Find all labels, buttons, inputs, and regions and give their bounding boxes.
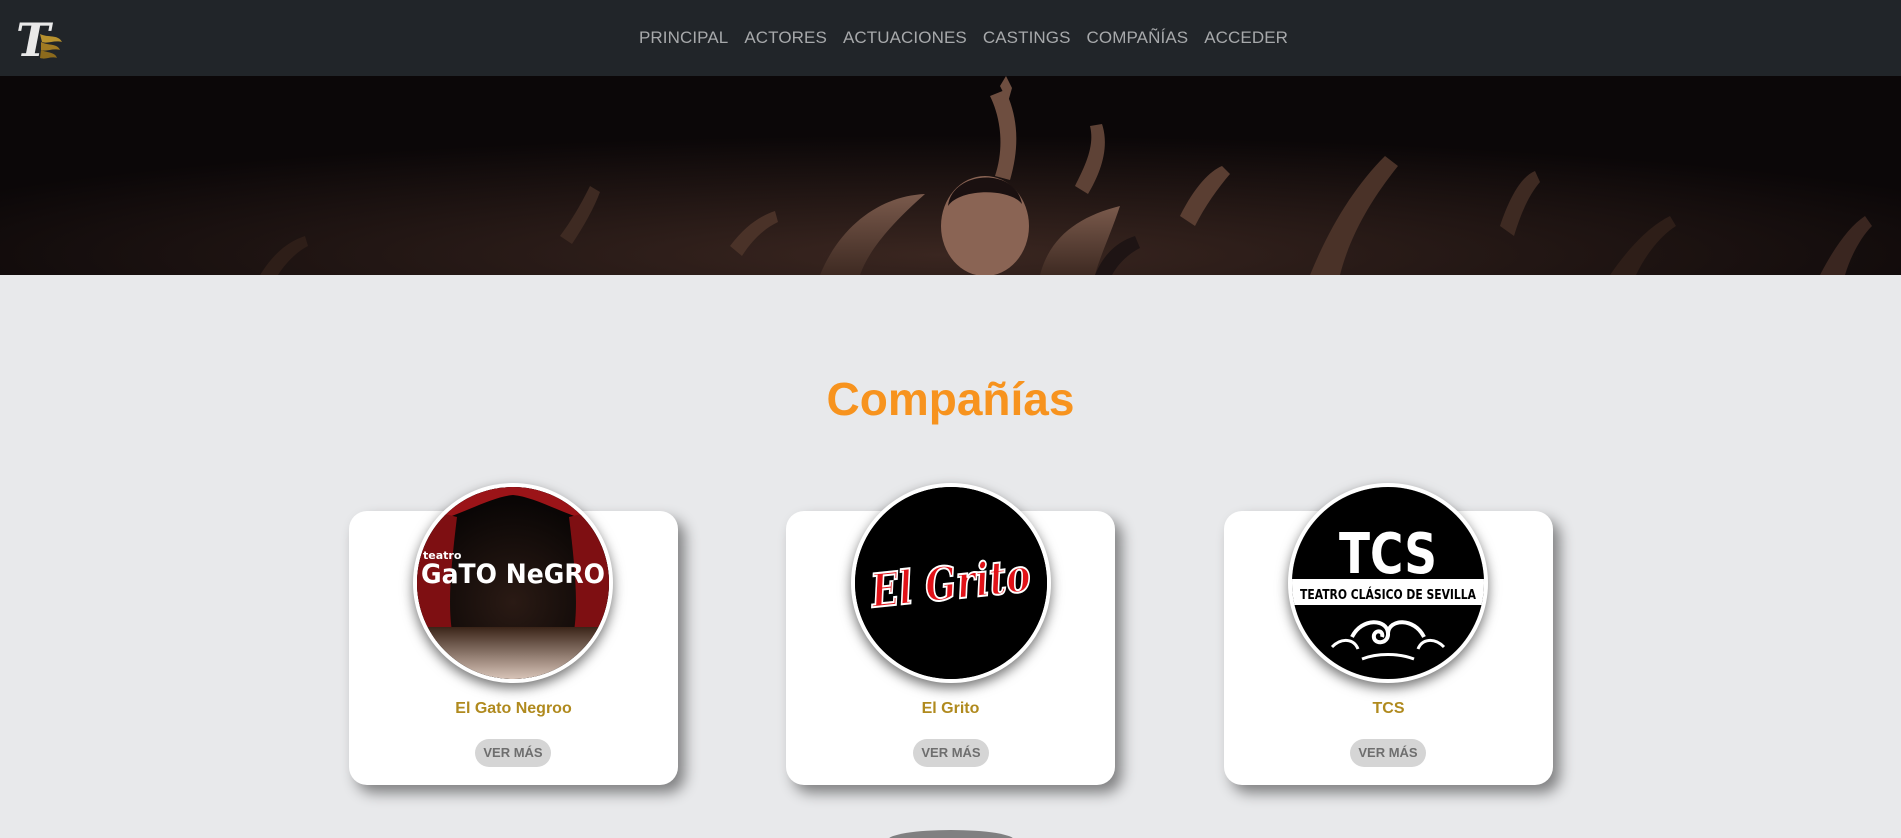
company-logo-el-grito[interactable]: El Grito: [851, 483, 1051, 683]
company-name[interactable]: TCS: [1224, 700, 1553, 718]
ver-mas-button[interactable]: VER MÁS: [475, 739, 551, 767]
company-name[interactable]: El Grito: [786, 700, 1115, 718]
navbar: T PRINCIPAL ACTORES ACTUACIONES CASTINGS…: [0, 0, 1901, 76]
nav-link-castings[interactable]: CASTINGS: [983, 28, 1071, 48]
company-logo-gato-negro[interactable]: teatro GaTO NeGRO: [413, 483, 613, 683]
hero-banner: [0, 76, 1901, 275]
svg-text:GaTO NeGRO: GaTO NeGRO: [421, 559, 605, 590]
gato-negro-logo-icon: teatro GaTO NeGRO: [417, 487, 609, 679]
nav-link-actores[interactable]: ACTORES: [744, 28, 827, 48]
tcs-logo-icon: TCS TEATRO CLÁSICO DE SEVILLA: [1292, 487, 1484, 679]
next-card-avatar-edge: [888, 830, 1014, 838]
el-grito-logo-icon: El Grito: [855, 487, 1047, 679]
nav-link-actuaciones[interactable]: ACTUACIONES: [843, 28, 967, 48]
nav-link-acceder[interactable]: ACCEDER: [1204, 28, 1288, 48]
main-nav: PRINCIPAL ACTORES ACTUACIONES CASTINGS C…: [0, 0, 1901, 76]
hero-dancers-image: [0, 76, 1901, 275]
ver-mas-button[interactable]: VER MÁS: [1350, 739, 1426, 767]
svg-text:TCS: TCS: [1339, 522, 1437, 587]
svg-text:TEATRO CLÁSICO DE SEVILLA: TEATRO CLÁSICO DE SEVILLA: [1300, 587, 1476, 603]
nav-link-principal[interactable]: PRINCIPAL: [639, 28, 728, 48]
nav-link-companias[interactable]: COMPAÑÍAS: [1087, 28, 1189, 48]
ver-mas-button[interactable]: VER MÁS: [913, 739, 989, 767]
company-logo-tcs[interactable]: TCS TEATRO CLÁSICO DE SEVILLA: [1288, 483, 1488, 683]
section-title: Compañías: [826, 373, 1075, 425]
company-name[interactable]: El Gato Negroo: [349, 700, 678, 718]
